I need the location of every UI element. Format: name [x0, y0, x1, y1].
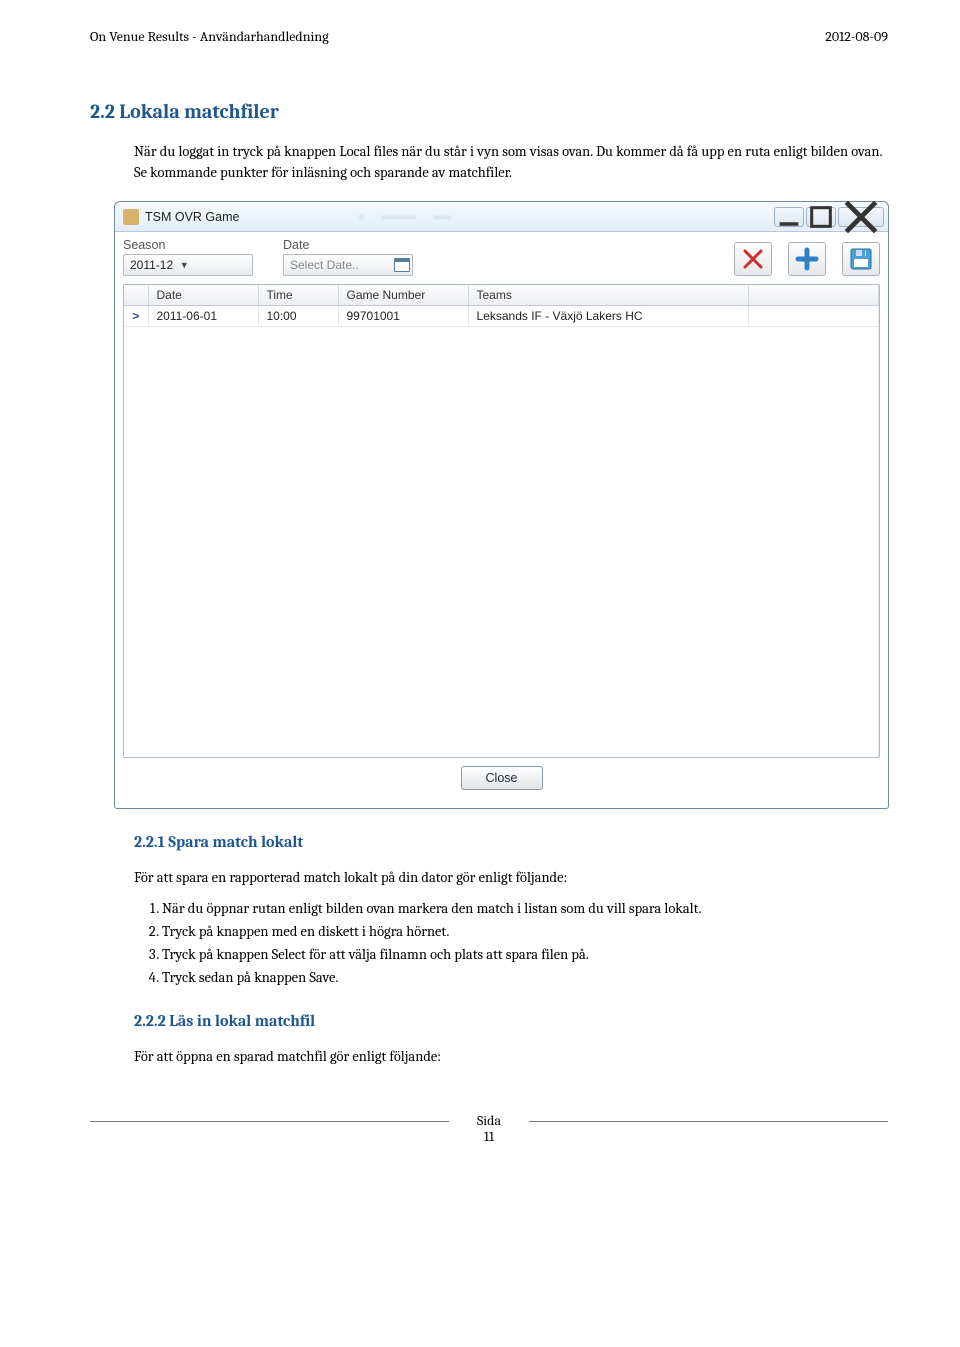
row-indicator: >	[124, 306, 148, 327]
cell-empty	[749, 306, 879, 327]
page-footer: Sida 11	[90, 1113, 888, 1147]
titlebar: TSM OVR Game ▫──────	[115, 202, 888, 232]
heading-2-2: 2.2 Lokala matchfiler	[90, 100, 888, 123]
save-steps-list: När du öppnar rutan enligt bilden ovan m…	[162, 898, 888, 988]
paragraph-save-intro: För att spara en rapporterad match lokal…	[134, 867, 888, 888]
games-table: Date Time Game Number Teams > 2011-06-01	[123, 284, 880, 758]
list-item: Tryck på knappen Select för att välja fi…	[162, 944, 888, 965]
doc-date: 2012-08-09	[825, 28, 888, 45]
col-date[interactable]: Date	[148, 285, 258, 306]
col-game-number[interactable]: Game Number	[338, 285, 468, 306]
minimize-icon	[775, 203, 803, 231]
window-title: TSM OVR Game	[145, 210, 239, 224]
grid-empty-area	[124, 327, 879, 757]
list-item: Tryck sedan på knappen Save.	[162, 967, 888, 988]
season-dropdown[interactable]: 2011-12 ▼	[123, 254, 253, 276]
doc-title: On Venue Results - Användarhandledning	[90, 28, 329, 45]
close-window-button[interactable]	[838, 207, 884, 227]
cell-date: 2011-06-01	[148, 306, 258, 327]
col-teams[interactable]: Teams	[468, 285, 749, 306]
titlebar-blur: ▫──────	[359, 210, 450, 224]
plus-icon	[795, 247, 819, 271]
list-item: Tryck på knappen med en diskett i högra …	[162, 921, 888, 942]
season-value: 2011-12	[130, 258, 173, 272]
footer-label: Sida	[477, 1112, 501, 1129]
delete-button[interactable]	[734, 242, 772, 276]
paragraph-intro: När du loggat in tryck på knappen Local …	[134, 141, 888, 183]
chevron-down-icon: ▼	[177, 260, 191, 270]
cell-game-number: 99701001	[338, 306, 468, 327]
maximize-button[interactable]	[806, 207, 836, 227]
save-button[interactable]	[842, 242, 880, 276]
table-row[interactable]: > 2011-06-01 10:00 99701001 Leksands IF …	[124, 306, 879, 327]
maximize-icon	[807, 203, 835, 231]
diskette-icon	[849, 247, 873, 271]
col-time[interactable]: Time	[258, 285, 338, 306]
date-picker[interactable]: Select Date..	[283, 254, 413, 276]
heading-2-2-1: 2.2.1 Spara match lokalt	[134, 833, 888, 851]
season-label: Season	[123, 238, 253, 252]
calendar-icon	[394, 258, 410, 272]
add-button[interactable]	[788, 242, 826, 276]
col-selector	[124, 285, 148, 306]
heading-2-2-2: 2.2.2 Läs in lokal matchfil	[134, 1012, 888, 1030]
date-label: Date	[283, 238, 413, 252]
paragraph-load-intro: För att öppna en sparad matchfil gör enl…	[134, 1046, 888, 1067]
cell-time: 10:00	[258, 306, 338, 327]
list-item: När du öppnar rutan enligt bilden ovan m…	[162, 898, 888, 919]
app-window: TSM OVR Game ▫────── S	[114, 201, 889, 809]
close-button[interactable]: Close	[461, 766, 543, 790]
app-icon	[123, 209, 139, 225]
col-empty	[749, 285, 879, 306]
cell-teams: Leksands IF - Växjö Lakers HC	[468, 306, 749, 327]
close-icon	[839, 195, 883, 239]
x-icon	[741, 247, 765, 271]
page-number: 11	[484, 1128, 494, 1145]
date-placeholder: Select Date..	[290, 258, 359, 272]
minimize-button[interactable]	[774, 207, 804, 227]
